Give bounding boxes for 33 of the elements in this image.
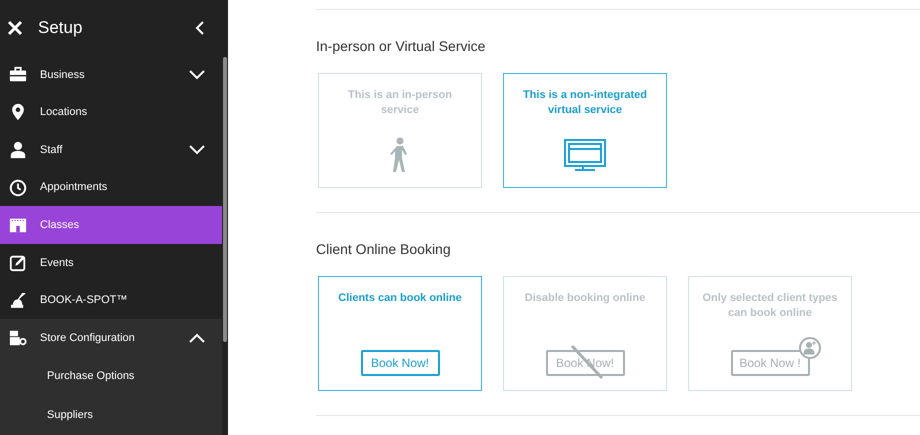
person-icon [9,140,27,159]
option-label: This is an in-person service [347,88,453,118]
map-pin-icon [9,103,27,122]
section-title: In-person or Virtual Service [316,37,486,56]
user-add-icon [798,337,820,359]
chevron-up-icon[interactable] [189,332,205,343]
sidebar-item[interactable]: Locations [0,94,222,132]
option-label: This is a non-integrated virtual service [522,88,648,118]
edit-icon [9,254,27,272]
option-label: Only selected client types can book online [701,291,839,321]
monitor-icon [563,139,607,173]
chevron-down-icon[interactable] [189,144,205,155]
sidebar-title: Setup [38,17,82,40]
sidebar-subitem[interactable]: Suppliers [0,396,222,435]
sidebar-item[interactable]: Classes [0,206,222,244]
sidebar-item[interactable]: Staff [0,131,222,169]
storefront-icon [9,216,27,234]
chevron-down-icon[interactable] [189,70,205,80]
scrollbar[interactable] [223,57,227,342]
option-label: Disable booking online [524,291,646,306]
sidebar-item[interactable]: Events [0,244,222,282]
tools-icon [7,20,23,36]
section-title: Client Online Booking [316,240,452,259]
sidebar-item[interactable]: BOOK-A-SPOT™ [0,282,222,320]
sidebar-item[interactable]: Store Configuration [0,319,222,357]
store-gear-icon [9,328,27,347]
sidebar-item[interactable]: Business [0,56,222,94]
sidebar-subitem[interactable]: Purchase Options [0,356,222,396]
collapse-icon[interactable] [195,21,204,35]
sidebar-item[interactable]: Appointments [0,168,222,206]
briefcase-icon [9,66,27,84]
clock-icon [9,178,27,197]
option-label: Clients can book online [338,291,462,306]
